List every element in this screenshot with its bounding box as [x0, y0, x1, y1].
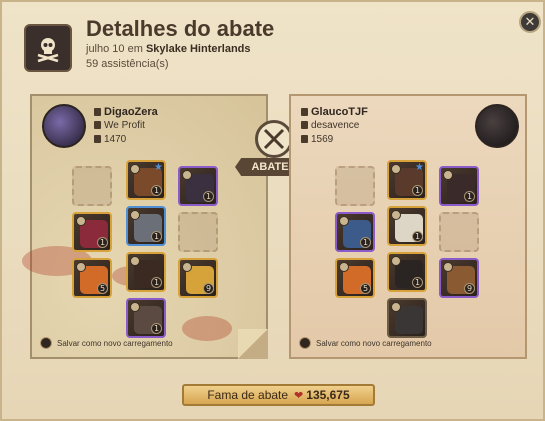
save-loadout-killer[interactable]: Salvar como novo carregamento	[40, 337, 173, 349]
guild-icon	[301, 121, 308, 130]
equip-slot-cape[interactable]: 1	[439, 166, 479, 206]
player-icon	[301, 108, 308, 117]
victim-guild: desavence	[301, 120, 359, 131]
equip-slot-potion[interactable]: 5	[72, 258, 112, 298]
player-icon	[94, 108, 101, 117]
killer-panel: DigaoZera We Profit 1470 1 ★ 1 1 1 5 1 9 …	[22, 94, 268, 359]
paper-curl	[238, 329, 268, 359]
kill-fame-label: Fama de abate	[207, 388, 289, 402]
equip-slot-shoes[interactable]: 1	[387, 252, 427, 292]
killer-item-power: 1470	[94, 134, 126, 145]
equip-slot-armor[interactable]: 1	[126, 206, 166, 246]
close-button[interactable]: ✕	[519, 11, 541, 33]
equip-slot-armor[interactable]: 1	[387, 206, 427, 246]
equip-slot-bag[interactable]	[72, 166, 112, 206]
close-icon: ✕	[524, 14, 536, 30]
kill-date-location: julho 10 em Skylake Hinterlands	[86, 43, 251, 55]
equip-slot-potion[interactable]: 5	[335, 258, 375, 298]
victim-panel: GlaucoTJF desavence 1569 1 ★ 1 1 1 5 1 9 …	[289, 94, 527, 359]
assists-count: 59 assistência(s)	[86, 58, 169, 70]
item-power-icon	[94, 135, 101, 144]
equip-slot-mainhand[interactable]: 1	[335, 212, 375, 252]
equip-slot-offhand[interactable]	[439, 212, 479, 252]
victim-item-power: 1569	[301, 134, 333, 145]
guild-icon	[94, 121, 101, 130]
skull-icon	[24, 24, 72, 72]
equip-slot-cape[interactable]: 1	[178, 166, 218, 206]
kill-fame-bar: Fama de abate ❤ 135,675	[182, 384, 375, 406]
victim-avatar	[475, 104, 519, 148]
killer-name: DigaoZera	[94, 106, 158, 118]
save-loadout-icon	[299, 337, 311, 349]
item-power-icon	[301, 135, 308, 144]
fame-icon: ❤	[294, 389, 304, 402]
equip-slot-head[interactable]: 1 ★	[387, 160, 427, 200]
killer-guild: We Profit	[94, 120, 145, 131]
equip-slot-mount[interactable]: 1	[126, 298, 166, 338]
kill-fame-value: 135,675	[306, 388, 350, 402]
save-loadout-icon	[40, 337, 52, 349]
location-prefix: em	[127, 43, 143, 55]
kill-date: julho 10	[86, 43, 125, 55]
equip-slot-mount[interactable]	[387, 298, 427, 338]
kill-location: Skylake Hinterlands	[145, 43, 251, 55]
equip-slot-mainhand[interactable]: 1	[72, 212, 112, 252]
equip-slot-head[interactable]: 1 ★	[126, 160, 166, 200]
victim-name: GlaucoTJF	[301, 106, 368, 118]
equip-slot-food[interactable]: 9	[178, 258, 218, 298]
crossed-swords-icon	[255, 120, 293, 158]
equip-slot-food[interactable]: 9	[439, 258, 479, 298]
kill-details-window: Detalhes do abate julho 10 em Skylake Hi…	[0, 0, 545, 421]
equip-slot-shoes[interactable]: 1	[126, 252, 166, 292]
save-loadout-victim[interactable]: Salvar como novo carregamento	[299, 337, 432, 349]
killer-avatar	[42, 104, 86, 148]
page-title: Detalhes do abate	[86, 16, 275, 41]
equip-slot-offhand[interactable]	[178, 212, 218, 252]
equip-slot-bag[interactable]	[335, 166, 375, 206]
